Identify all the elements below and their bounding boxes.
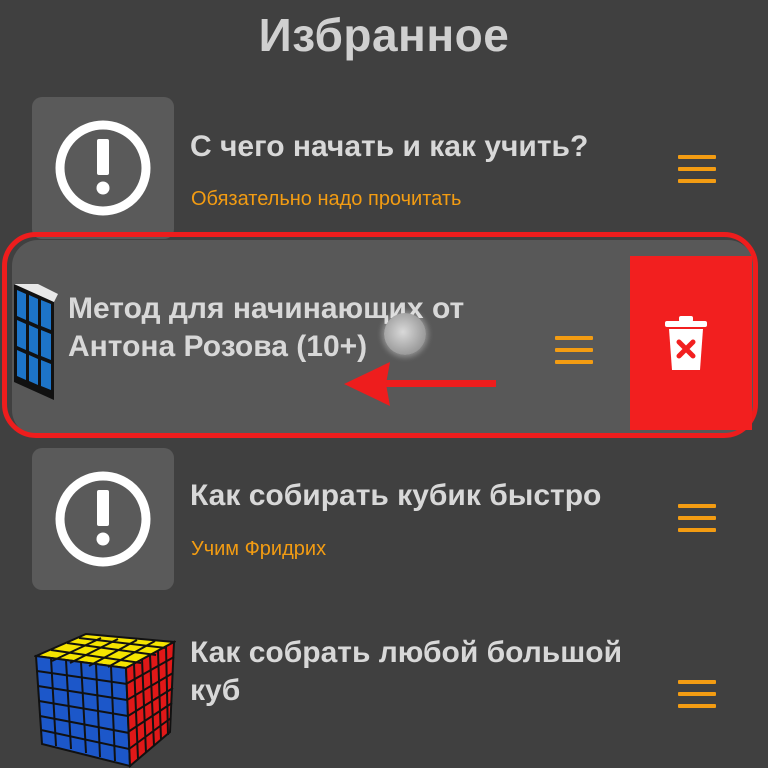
item-title: С чего начать и как учить?: [190, 130, 589, 163]
item-title-line2: куб: [190, 674, 241, 707]
item-title: Как собирать кубик быстро: [190, 479, 602, 512]
item-subtitle: Обязательно надо прочитать: [191, 188, 462, 210]
drag-handle-icon[interactable]: [678, 155, 716, 183]
page-title: Избранное: [258, 9, 510, 61]
swipe-arrow-icon: [344, 362, 496, 406]
trash-icon: [665, 316, 707, 370]
item-title-line1: Как собрать любой большой: [190, 636, 623, 669]
item-subtitle: Учим Фридрих: [191, 538, 327, 560]
delete-button[interactable]: [630, 256, 752, 430]
cube-big-icon: [34, 632, 176, 768]
touch-indicator: [384, 313, 426, 355]
drag-handle-icon[interactable]: [678, 504, 716, 532]
exclamation-icon: [32, 448, 174, 590]
exclamation-icon: [32, 97, 174, 239]
drag-handle-icon[interactable]: [678, 680, 716, 708]
